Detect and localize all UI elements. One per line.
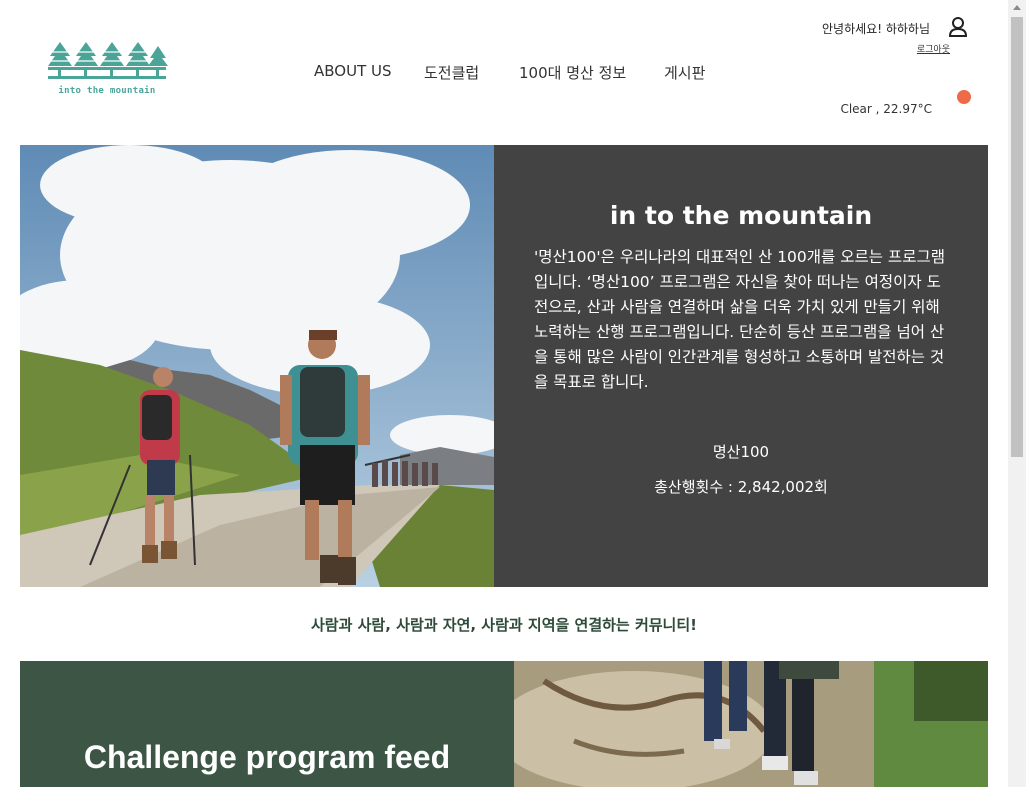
weather-indicator-icon — [957, 90, 971, 104]
community-tagline: 사람과 사람, 사람과 자연, 사람과 지역을 연결하는 커뮤니티! — [311, 616, 697, 634]
trail-photo — [514, 661, 988, 787]
hero-section: in to the mountain '명산100'은 우리나라의 대표적인 산… — [20, 145, 988, 587]
user-greeting: 안녕하세요! 하하하님 — [822, 22, 930, 36]
weather-status: Clear , 22.97°C — [840, 102, 932, 116]
nav-item-board[interactable]: 게시판 — [664, 62, 705, 83]
site-header: into the mountain ABOUT US 도전클럽 100대 명산 … — [0, 0, 1008, 140]
trail-walkers-image — [514, 661, 988, 787]
hero-info-panel: in to the mountain '명산100'은 우리나라의 대표적인 산… — [494, 145, 988, 587]
nav-item-about-us[interactable]: ABOUT US — [314, 62, 392, 80]
program-name: 명산100 — [712, 443, 770, 461]
scroll-up-arrow-icon[interactable] — [1008, 0, 1026, 17]
logo-text: into the mountain — [58, 86, 156, 96]
total-climbs-count: 총산행횟수 : 2,842,002회 — [654, 478, 828, 496]
site-logo[interactable]: into the mountain — [46, 40, 168, 104]
feed-title-panel: Challenge program feed — [20, 661, 514, 787]
nav-item-challenge-club[interactable]: 도전클럽 — [424, 62, 479, 83]
pine-trees-logo-icon — [48, 42, 168, 79]
logout-link[interactable]: 로그아웃 — [917, 42, 950, 55]
hero-title: in to the mountain — [609, 201, 873, 230]
hero-description: '명산100'은 우리나라의 대표적인 산 100개를 오르는 프로그램 입니다… — [534, 248, 945, 391]
hikers-image — [20, 145, 494, 587]
scrollbar-thumb[interactable] — [1011, 17, 1023, 457]
feed-title: Challenge program feed — [83, 739, 451, 775]
user-icon[interactable] — [948, 16, 968, 38]
nav-item-mountain-info[interactable]: 100대 명산 정보 — [519, 62, 626, 83]
hikers-photo — [20, 145, 494, 587]
vertical-scrollbar[interactable] — [1008, 0, 1026, 787]
